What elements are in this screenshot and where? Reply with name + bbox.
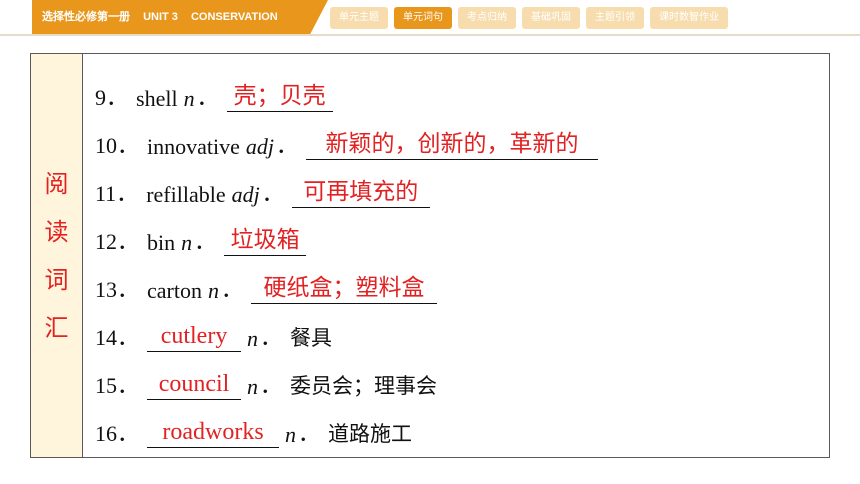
item-meaning: 道路施工	[328, 422, 413, 446]
section-label-char: 阅	[44, 169, 69, 198]
list-item: 10． innovative adj ． 新颖的，创新的，革新的	[95, 120, 815, 168]
answer-text: 垃圾箱	[230, 227, 300, 253]
item-word: carton	[147, 278, 202, 303]
unit-title: CONSERVATION	[190, 11, 278, 23]
answer-blank: cutlery	[147, 323, 242, 352]
list-item: 16． roadworks n ． 道路施工	[95, 408, 815, 456]
unit-title-tab: 选择性必修第一册 UNIT 3 CONSERVATION	[32, 0, 328, 34]
answer-blank: 壳；贝壳	[226, 83, 333, 112]
item-meaning: 委员会；理事会	[290, 374, 438, 398]
item-pos: n	[247, 374, 259, 399]
item-number: 11．	[95, 181, 139, 206]
tab-key-points[interactable]: 考点归纳	[458, 7, 516, 29]
answer-text: 壳；贝壳	[233, 83, 326, 109]
section-label: 阅 读 词 汇	[31, 54, 83, 457]
tab-theme-guide[interactable]: 主题引领	[586, 7, 644, 29]
answer-text: 新颖的，创新的，革新的	[325, 131, 579, 157]
book-title: 选择性必修第一册	[42, 11, 130, 23]
item-pos: adj	[245, 134, 275, 159]
vocabulary-list: 9． shell n ． 壳；贝壳 10． innovative adj ． 新颖的…	[95, 72, 815, 456]
nav-tabs: 单元主题 单元词句 考点归纳 基础巩固 主题引领 课时数智作业	[330, 7, 728, 29]
header-bar: 选择性必修第一册 UNIT 3 CONSERVATION 单元主题 单元词句 考…	[0, 0, 860, 36]
item-word: innovative	[147, 134, 240, 159]
item-number: 16．	[95, 421, 140, 446]
answer-text: cutlery	[160, 323, 228, 349]
answer-blank: 可再填充的	[291, 179, 430, 208]
unit-number: UNIT 3	[143, 11, 178, 23]
item-pos: n	[183, 86, 195, 111]
item-number: 13．	[95, 277, 140, 302]
answer-blank: council	[147, 371, 242, 400]
list-item: 14． cutlery n ． 餐具	[95, 312, 815, 360]
answer-blank: 垃圾箱	[224, 227, 307, 256]
answer-text: roadworks	[162, 419, 264, 445]
section-label-char: 读	[44, 217, 69, 246]
answer-blank: roadworks	[147, 419, 280, 448]
tab-unit-theme[interactable]: 单元主题	[330, 7, 388, 29]
item-pos: n	[247, 326, 259, 351]
item-word: refillable	[146, 182, 226, 207]
list-item: 12． bin n ． 垃圾箱	[95, 216, 815, 264]
item-meaning: 餐具	[290, 326, 333, 350]
answer-text: 硬纸盒；塑料盒	[263, 275, 425, 301]
item-pos: n	[181, 230, 193, 255]
item-number: 12．	[95, 229, 140, 254]
list-item: 11． refillable adj ． 可再填充的	[95, 168, 815, 216]
list-item: 13． carton n ． 硬纸盒；塑料盒	[95, 264, 815, 312]
item-number: 14．	[95, 325, 140, 350]
list-item: 15． council n ． 委员会；理事会	[95, 360, 815, 408]
section-label-char: 汇	[44, 313, 69, 342]
item-pos: adj	[231, 182, 260, 207]
answer-text: 可再填充的	[303, 179, 419, 205]
tab-unit-vocabulary[interactable]: 单元词句	[394, 7, 452, 29]
section-label-char: 词	[44, 265, 69, 294]
list-item: 9． shell n ． 壳；贝壳	[95, 72, 815, 120]
answer-blank: 硬纸盒；塑料盒	[251, 275, 437, 304]
tab-homework[interactable]: 课时数智作业	[650, 7, 728, 29]
header-divider	[0, 34, 860, 36]
item-word: bin	[147, 230, 176, 255]
vocabulary-panel: 阅 读 词 汇 9． shell n ． 壳；贝壳 10． innovative …	[30, 53, 830, 458]
answer-blank: 新颖的，创新的，革新的	[306, 131, 599, 160]
tab-basic-practice[interactable]: 基础巩固	[522, 7, 580, 29]
answer-text: council	[158, 371, 230, 397]
item-pos: n	[285, 422, 297, 447]
item-number: 9．	[95, 85, 129, 110]
item-word: shell	[136, 86, 178, 111]
item-number: 10．	[95, 133, 140, 158]
item-pos: n	[207, 278, 219, 303]
item-number: 15．	[95, 373, 140, 398]
